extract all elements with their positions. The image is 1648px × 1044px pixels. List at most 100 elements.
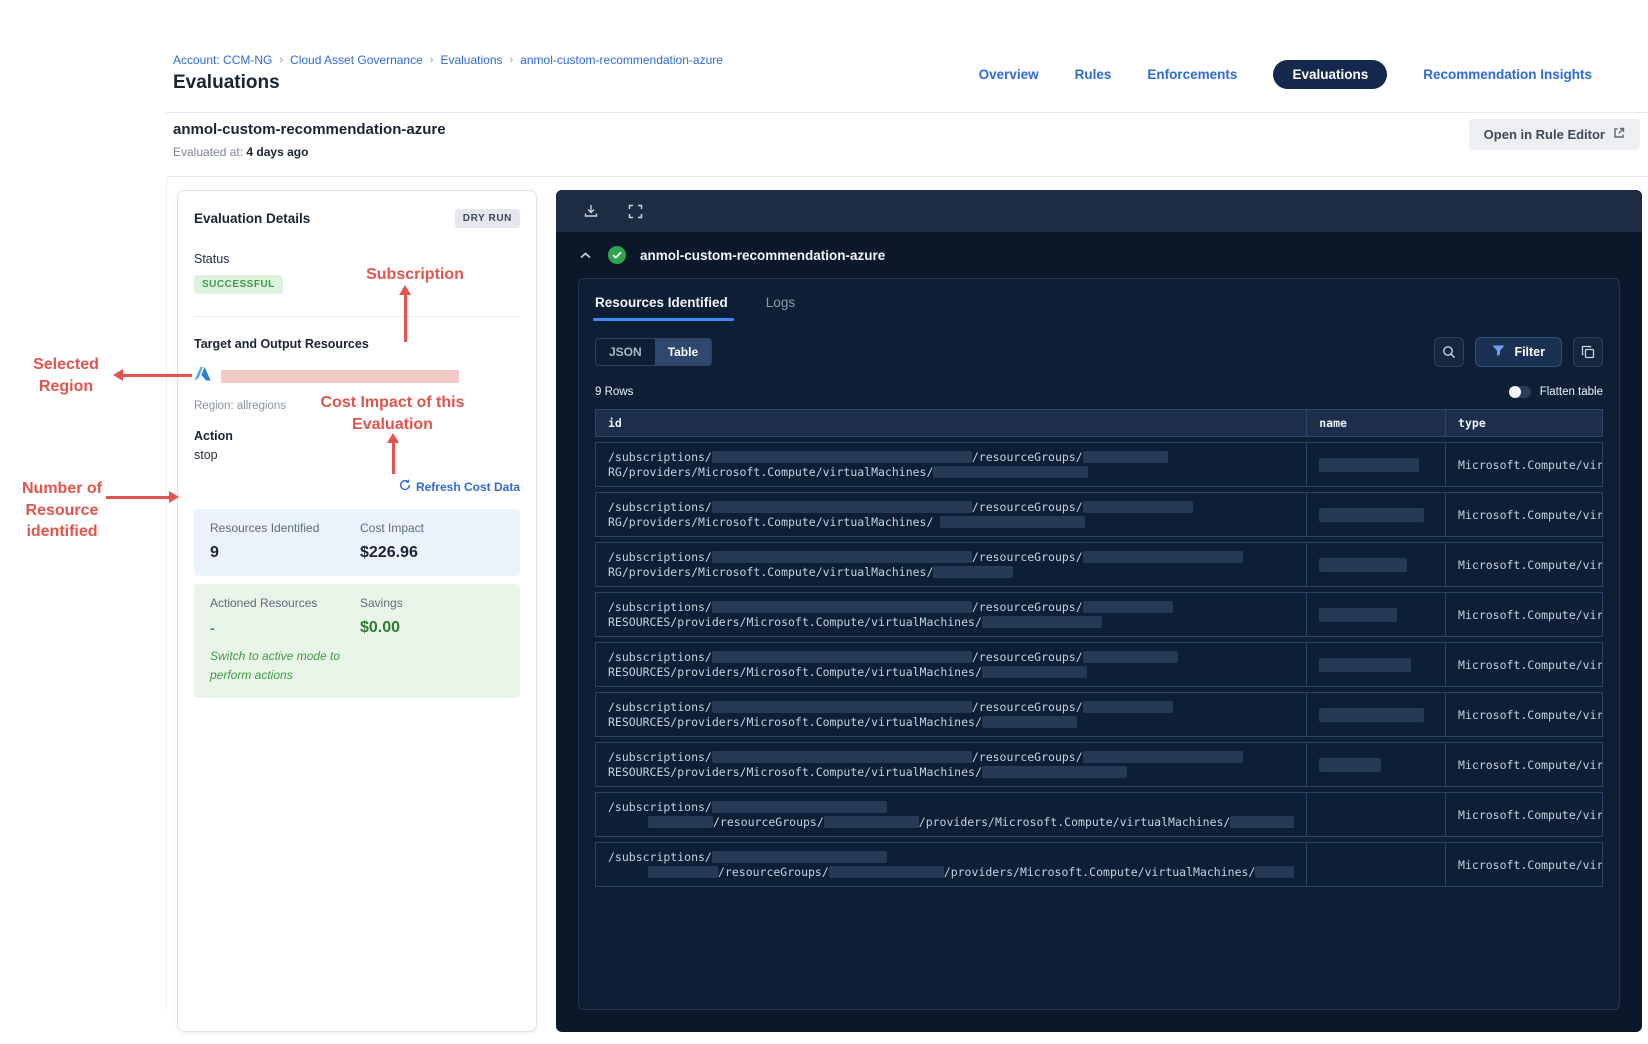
redacted-value bbox=[711, 601, 972, 613]
annotation-resource-count-arrow bbox=[106, 491, 179, 503]
tab-evaluations[interactable]: Evaluations bbox=[1273, 60, 1388, 89]
breadcrumb-item-anmol-custom-recommendation-azure[interactable]: anmol-custom-recommendation-azure bbox=[520, 53, 723, 67]
name-cell bbox=[1306, 593, 1445, 636]
name-cell bbox=[1306, 443, 1445, 486]
type-cell: Microsoft.Compute/virtu bbox=[1445, 493, 1602, 536]
redacted-value bbox=[1082, 551, 1243, 563]
redacted-name bbox=[1319, 557, 1408, 572]
redacted-value bbox=[711, 751, 972, 763]
refresh-cost-data-link[interactable]: Refresh Cost Data bbox=[399, 479, 520, 494]
breadcrumb-item-account-ccm-ng[interactable]: Account: CCM-NG bbox=[173, 53, 272, 67]
redacted-value bbox=[981, 665, 1087, 678]
redacted-value bbox=[1082, 501, 1193, 513]
tab-recommendation-insights[interactable]: Recommendation Insights bbox=[1423, 67, 1592, 82]
id-cell: /subscriptions//resourceGroups//provider… bbox=[596, 843, 1306, 886]
search-button[interactable] bbox=[1434, 337, 1465, 367]
tab-resources-identified[interactable]: Resources Identified bbox=[593, 295, 734, 321]
redacted-value bbox=[711, 851, 887, 863]
redacted-value bbox=[1230, 815, 1295, 828]
header-divider bbox=[166, 112, 1648, 113]
table-row[interactable]: /subscriptions//resourceGroups//provider… bbox=[595, 842, 1603, 887]
table-row[interactable]: /subscriptions//resourceGroups//provider… bbox=[595, 792, 1603, 837]
redacted-value bbox=[981, 615, 1102, 628]
id-cell: /subscriptions//resourceGroups/RG/provid… bbox=[596, 543, 1306, 586]
redacted-name bbox=[1319, 457, 1420, 472]
id-cell: /subscriptions//resourceGroups/RESOURCES… bbox=[596, 593, 1306, 636]
dry-run-badge: DRY RUN bbox=[454, 209, 520, 228]
results-title: anmol-custom-recommendation-azure bbox=[640, 247, 886, 263]
type-cell: Microsoft.Compute/virtu bbox=[1445, 843, 1602, 886]
id-cell: /subscriptions//resourceGroups/RESOURCES… bbox=[596, 643, 1306, 686]
view-mode-json[interactable]: JSON bbox=[596, 339, 655, 365]
filter-button[interactable]: Filter bbox=[1475, 337, 1562, 367]
column-header-name: name bbox=[1306, 410, 1445, 436]
flatten-table-toggle[interactable]: Flatten table bbox=[1508, 386, 1603, 398]
annotation-subscription: Subscription bbox=[366, 266, 464, 283]
view-mode-toggle: JSON Table bbox=[595, 338, 713, 366]
evaluation-details-card: Evaluation Details DRY RUN Status SUCCES… bbox=[177, 190, 537, 1032]
action-value: stop bbox=[194, 448, 218, 462]
download-icon[interactable] bbox=[582, 202, 600, 220]
redacted-value bbox=[828, 865, 944, 878]
tab-overview[interactable]: Overview bbox=[979, 67, 1039, 82]
table-row[interactable]: /subscriptions//resourceGroups/RESOURCES… bbox=[595, 742, 1603, 787]
type-cell: Microsoft.Compute/virtu bbox=[1445, 593, 1602, 636]
filter-label: Filter bbox=[1514, 345, 1545, 359]
view-mode-table[interactable]: Table bbox=[654, 339, 712, 365]
table-row[interactable]: /subscriptions//resourceGroups/RG/provid… bbox=[595, 442, 1603, 487]
table-body: /subscriptions//resourceGroups/RG/provid… bbox=[595, 442, 1603, 887]
breadcrumb-item-cloud-asset-governance[interactable]: Cloud Asset Governance bbox=[290, 53, 423, 67]
external-link-icon bbox=[1613, 127, 1625, 142]
actioned-stats-box: Actioned Resources Savings - $0.00 Switc… bbox=[194, 584, 520, 699]
evaluated-at: Evaluated at: 4 days ago bbox=[173, 145, 308, 159]
results-tabs: Resources Identified Logs bbox=[593, 295, 1603, 321]
table-row[interactable]: /subscriptions//resourceGroups/RG/provid… bbox=[595, 542, 1603, 587]
name-cell bbox=[1306, 743, 1445, 786]
tab-logs[interactable]: Logs bbox=[766, 295, 795, 310]
redacted-value bbox=[1082, 451, 1168, 463]
id-cell: /subscriptions//resourceGroups/RESOURCES… bbox=[596, 693, 1306, 736]
table-row[interactable]: /subscriptions//resourceGroups/RESOURCES… bbox=[595, 592, 1603, 637]
tab-enforcements[interactable]: Enforcements bbox=[1147, 67, 1237, 82]
fullscreen-icon[interactable] bbox=[626, 202, 644, 220]
resources-table: id name type /subscriptions//resourceGroup… bbox=[595, 409, 1603, 887]
redacted-value bbox=[981, 765, 1127, 778]
resources-identified-value: 9 bbox=[210, 544, 219, 561]
results-header: anmol-custom-recommendation-azure bbox=[556, 232, 1642, 278]
open-rule-editor-button[interactable]: Open in Rule Editor bbox=[1468, 119, 1640, 150]
type-cell: Microsoft.Compute/virtu bbox=[1445, 543, 1602, 586]
copy-icon[interactable] bbox=[1573, 337, 1603, 367]
azure-icon bbox=[194, 366, 211, 387]
table-row[interactable]: /subscriptions//resourceGroups/RG/provid… bbox=[595, 492, 1603, 537]
id-cell: /subscriptions//resourceGroups/RG/provid… bbox=[596, 493, 1306, 536]
rows-count: 9 Rows bbox=[595, 386, 634, 398]
evaluation-name: anmol-custom-recommendation-azure bbox=[173, 121, 446, 138]
annotation-cost-impact: Cost Impact of this Evaluation bbox=[320, 394, 465, 433]
table-row[interactable]: /subscriptions//resourceGroups/RESOURCES… bbox=[595, 642, 1603, 687]
redacted-value bbox=[711, 451, 972, 463]
results-toolbar bbox=[556, 190, 1642, 232]
savings-label: Savings bbox=[360, 596, 403, 610]
breadcrumb-item-evaluations[interactable]: Evaluations bbox=[440, 53, 502, 67]
type-cell: Microsoft.Compute/virtu bbox=[1445, 643, 1602, 686]
id-cell: /subscriptions//resourceGroups/RG/provid… bbox=[596, 443, 1306, 486]
open-rule-editor-label: Open in Rule Editor bbox=[1483, 127, 1605, 142]
identified-stats-box: Resources Identified Cost Impact 9 $226.… bbox=[194, 509, 520, 576]
column-header-type: type bbox=[1445, 410, 1602, 436]
target-resources-heading: Target and Output Resources bbox=[194, 337, 369, 351]
redacted-value bbox=[711, 801, 887, 813]
collapse-chevron-icon[interactable] bbox=[576, 246, 594, 264]
id-cell: /subscriptions//resourceGroups/RESOURCES… bbox=[596, 743, 1306, 786]
annotation-cost-impact-arrow bbox=[387, 433, 399, 474]
table-row[interactable]: /subscriptions//resourceGroups/RESOURCES… bbox=[595, 692, 1603, 737]
actioned-resources-value: - bbox=[210, 620, 215, 636]
table-header-row: id name type bbox=[595, 409, 1603, 437]
name-cell bbox=[1306, 643, 1445, 686]
redacted-value bbox=[981, 715, 1077, 728]
redacted-value bbox=[1255, 865, 1295, 878]
active-mode-note: Switch to active mode to perform actions bbox=[210, 649, 341, 682]
column-header-id: id bbox=[608, 416, 622, 430]
tab-rules[interactable]: Rules bbox=[1075, 67, 1112, 82]
status-badge: SUCCESSFUL bbox=[194, 275, 283, 294]
name-cell bbox=[1306, 693, 1445, 736]
